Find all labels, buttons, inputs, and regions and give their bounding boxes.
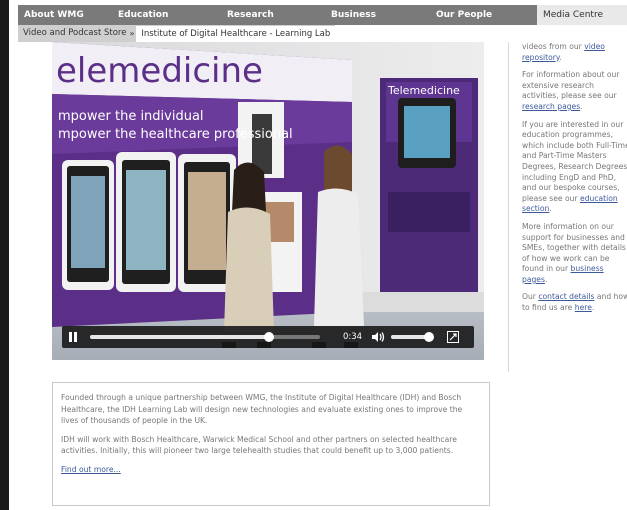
pause-button[interactable] — [62, 326, 84, 348]
sidebar-text: . — [549, 204, 552, 214]
sidebar-text: activities, please see our — [522, 91, 617, 101]
sidebar-divider — [508, 42, 509, 372]
research-pages-link[interactable]: research pages — [522, 102, 580, 111]
nav-item-media-centre[interactable]: Media Centre — [537, 5, 627, 25]
here-link[interactable]: here — [575, 303, 592, 312]
sidebar-text: Degrees, Research Degrees — [522, 161, 627, 171]
sidebar-text: and our bespoke courses, — [522, 183, 620, 193]
sidebar-text: education programmes, — [522, 130, 613, 140]
nav-item-education[interactable]: Education — [112, 5, 221, 25]
sidebar-text: More information on our — [522, 221, 614, 231]
contact-details-link[interactable]: contact details — [538, 292, 594, 301]
sidebar-text: please see our — [522, 193, 581, 203]
banner-title: elemedicine — [56, 51, 263, 91]
fullscreen-button[interactable] — [443, 326, 463, 348]
breadcrumb-video-podcast-store[interactable]: Video and Podcast Store — [18, 25, 131, 42]
nav-item-about-wmg[interactable]: About WMG — [18, 5, 112, 25]
education-section-link[interactable]: education — [580, 194, 618, 203]
sidebar-text: found in our — [522, 264, 571, 274]
page: About WMG Education Research Business Ou… — [0, 0, 627, 510]
volume-handle[interactable] — [423, 332, 434, 342]
banner-line-1: mpower the individual — [58, 109, 204, 124]
video-description: Founded through a unique partnership bet… — [52, 382, 490, 506]
sidebar-text: and how — [594, 292, 627, 302]
sidebar-text: of how we work can be — [522, 253, 610, 263]
banner-line-2: mpower the healthcare professional — [58, 127, 293, 142]
time-display: 0:34 — [343, 332, 363, 342]
education-section-link-cont[interactable]: section — [522, 204, 549, 213]
video-repository-link[interactable]: video — [584, 42, 605, 51]
sidebar-text: . — [591, 303, 595, 313]
sidebar-text: videos from our — [522, 42, 585, 51]
business-pages-link[interactable]: business — [571, 264, 604, 273]
nav-item-our-people[interactable]: Our People — [430, 5, 537, 25]
main-nav: About WMG Education Research Business Ou… — [18, 5, 627, 25]
sidebar-text: support for businesses and — [522, 232, 625, 242]
business-pages-link-cont[interactable]: pages — [522, 275, 545, 284]
nav-item-business[interactable]: Business — [325, 5, 430, 25]
breadcrumb-separator: » — [129, 29, 135, 38]
sidebar-text: If you are interested in our — [522, 119, 624, 129]
sidebar-text: . — [544, 274, 548, 284]
video-controls: 0:34 — [62, 326, 474, 348]
seek-bar[interactable] — [90, 332, 320, 342]
sidebar-text: Our — [522, 292, 539, 302]
description-paragraph-1: Founded through a unique partnership bet… — [61, 393, 463, 425]
sidebar-text: . — [559, 52, 562, 62]
pause-icon — [69, 332, 77, 342]
speaker-icon — [372, 332, 385, 342]
panel-title: Telemedicine — [387, 84, 460, 97]
fullscreen-icon — [447, 331, 459, 343]
sidebar-text: For information about our — [522, 70, 620, 80]
sidebar-text: extensive research — [522, 80, 594, 90]
description-paragraph-2: IDH will work with Bosch Healthcare, War… — [61, 434, 457, 456]
sidebar-text: to find us are — [522, 303, 575, 313]
find-out-more-link[interactable]: Find out more... — [61, 465, 121, 474]
video-repository-link-cont[interactable]: repository — [522, 53, 559, 62]
sidebar-text: . — [580, 101, 583, 111]
video-frame: elemedicine mpower the individual mpower… — [52, 42, 484, 360]
sidebar-text: which include both Full-Time — [522, 140, 627, 150]
breadcrumb-current[interactable]: Institute of Digital Healthcare - Learni… — [136, 25, 336, 42]
sidebar-text: and Part-Time Masters — [522, 151, 607, 161]
sidebar: videos from our video repository. For in… — [522, 42, 627, 321]
breadcrumb: Video and Podcast Store » Institute of D… — [18, 25, 336, 42]
volume-slider[interactable] — [391, 332, 434, 342]
sidebar-text: SMEs, together with details — [522, 243, 626, 253]
nav-item-research[interactable]: Research — [221, 5, 325, 25]
volume-button[interactable] — [369, 326, 387, 348]
video-player[interactable]: elemedicine mpower the individual mpower… — [52, 42, 484, 360]
seek-handle[interactable] — [264, 332, 275, 342]
seek-progress — [90, 335, 270, 339]
sidebar-text: including EngD and PhD, — [522, 172, 617, 182]
